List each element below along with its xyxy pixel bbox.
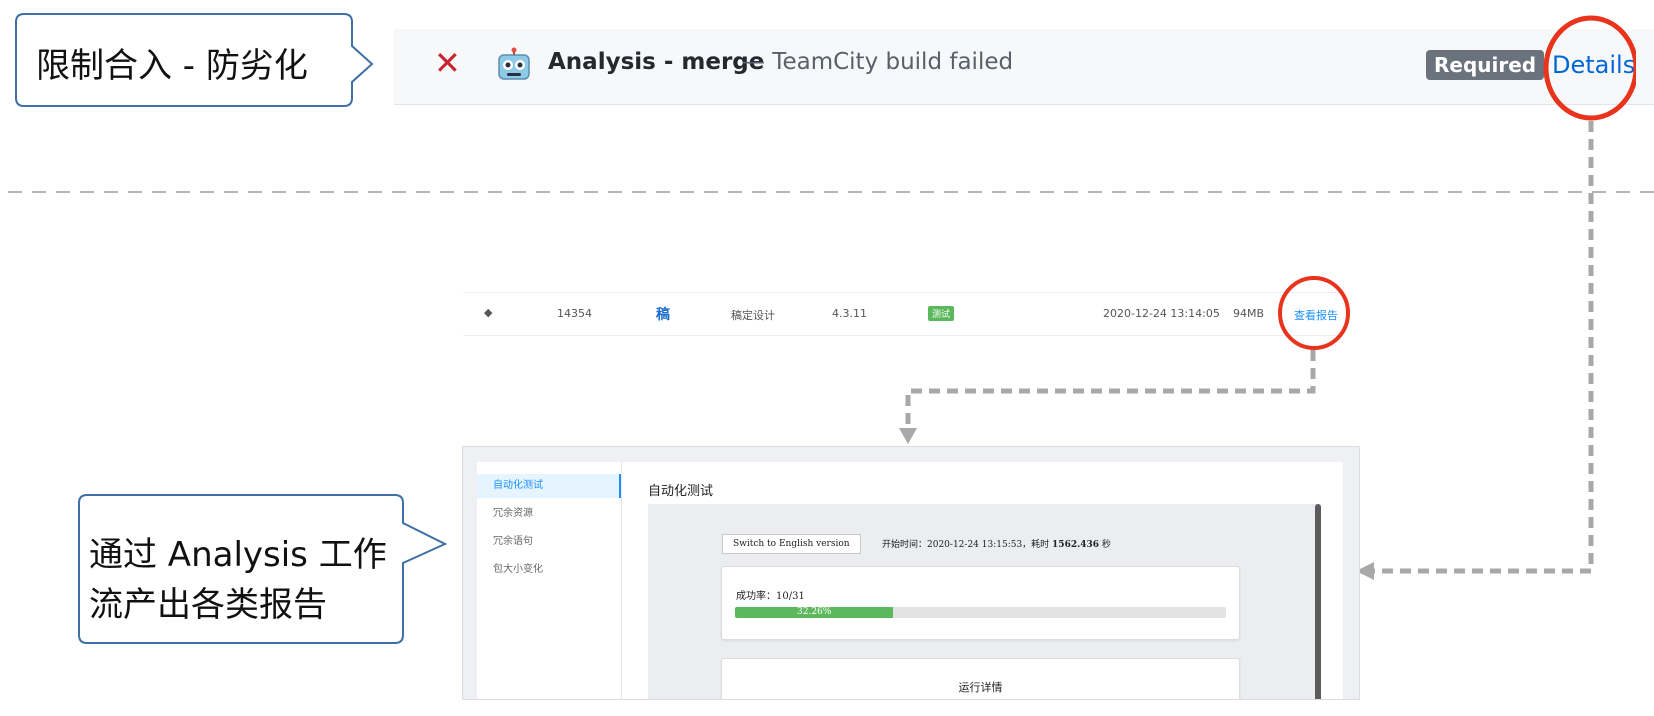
run-details-title: 运行详情 [958, 681, 1003, 694]
status-check-row: ✕ Analysis - merge — TeamCity build fail… [394, 29, 1654, 105]
success-rate-progress-bar: 32.26% [735, 607, 1226, 618]
package-size: 94MB [1233, 307, 1265, 320]
build-time: 2020-12-24 13:14:05 [1103, 307, 1220, 320]
run-details-card: 运行详情 [721, 658, 1240, 699]
start-time-text: 开始时间：2020-12-24 13:15:53，耗时 1562.436 秒 [882, 540, 1111, 550]
sidebar-item-redundant-resources[interactable]: 冗余资源 [477, 502, 621, 526]
app-version: 4.3.11 [832, 307, 867, 320]
progress-percent-text: 32.26% [797, 607, 832, 617]
robot-icon [498, 47, 530, 80]
check-name: Analysis - merge [548, 49, 765, 75]
build-list-row[interactable]: ◆ 14354 稿 稿定设计 4.3.11 测试 2020-12-24 13:1… [463, 292, 1343, 336]
report-link-highlight-circle [1278, 276, 1350, 350]
details-highlight-circle [1543, 15, 1636, 121]
app-name: 稿定设计 [731, 309, 775, 322]
env-tag-badge: 测试 [928, 306, 955, 321]
sidebar-item-package-size[interactable]: 包大小变化 [477, 558, 621, 582]
fail-x-icon: ✕ [434, 44, 461, 82]
required-badge: Required [1426, 50, 1545, 80]
report-screenshot: 自动化测试 冗余资源 冗余语句 包大小变化 自动化测试 Switch to En… [462, 446, 1360, 700]
callout-bottom-line1: 通过 Analysis 工作 [89, 535, 387, 575]
check-description: — TeamCity build failed [742, 49, 1014, 75]
progress-fill: 32.26% [735, 607, 894, 618]
report-sidebar: 自动化测试 冗余资源 冗余语句 包大小变化 [477, 462, 622, 699]
success-rate-card: 成功率：10/31 32.26% [721, 566, 1240, 640]
panel-scrollbar[interactable] [1315, 504, 1321, 699]
report-window: 自动化测试 冗余资源 冗余语句 包大小变化 自动化测试 Switch to En… [477, 462, 1343, 699]
app-logo-icon: 稿 [656, 307, 670, 323]
callout-bottom-line2: 流产出各类报告 [89, 585, 327, 625]
report-panel: Switch to English version 开始时间：2020-12-2… [648, 504, 1321, 699]
build-id: 14354 [557, 307, 592, 320]
diamond-icon: ◆ [484, 306, 493, 319]
switch-language-button[interactable]: Switch to English version [722, 534, 861, 554]
duration-value: 1562.436 [1052, 540, 1100, 550]
report-title: 自动化测试 [648, 484, 714, 499]
success-rate-label: 成功率：10/31 [736, 591, 805, 602]
sidebar-item-redundant-statements[interactable]: 冗余语句 [477, 530, 621, 554]
callout-top-text: 限制合入 - 防劣化 [36, 46, 308, 86]
sidebar-item-autotest[interactable]: 自动化测试 [477, 474, 621, 498]
